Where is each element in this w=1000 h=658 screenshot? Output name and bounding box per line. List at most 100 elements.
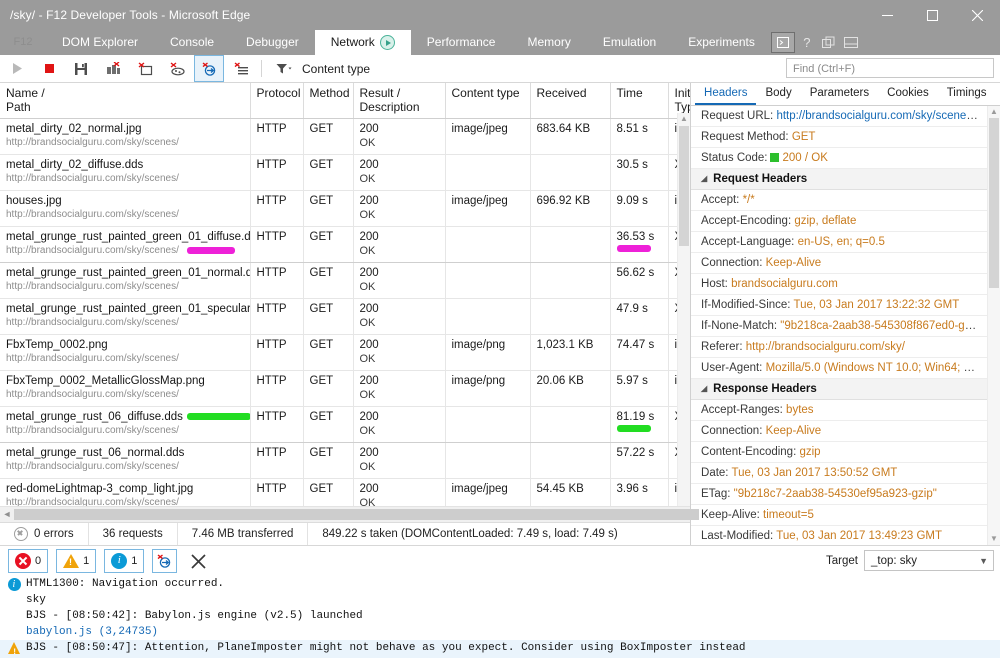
details-tab-timings[interactable]: Timings	[938, 83, 996, 105]
start-profiling-icon[interactable]	[2, 55, 32, 82]
column-header-method[interactable]: Method	[303, 83, 354, 119]
status-requests: 36 requests	[89, 523, 178, 546]
column-header-time[interactable]: Time	[610, 83, 669, 119]
table-row[interactable]: metal_grunge_rust_painted_green_01_specu…	[0, 298, 691, 335]
scrollbar-thumb[interactable]	[989, 118, 999, 288]
annotation-highlight	[616, 425, 651, 433]
header-value: http://brandsocialguru.com/sky/scenes/..…	[776, 110, 985, 122]
result-code: 200	[359, 339, 379, 351]
column-header-received[interactable]: Received	[530, 83, 611, 119]
result-code: 200	[359, 303, 379, 315]
cell-method: GET	[303, 370, 354, 407]
minimize-icon[interactable]	[865, 0, 910, 30]
details-tab-headers[interactable]: Headers	[695, 83, 757, 105]
filter-icon[interactable]	[269, 55, 299, 82]
always-refresh-from-server-icon[interactable]	[194, 55, 224, 82]
result-code: 200	[359, 195, 379, 207]
table-row[interactable]: metal_grunge_rust_06_normal.dds http://br…	[0, 442, 691, 479]
column-header-content-type[interactable]: Content type	[445, 83, 531, 119]
header-row: Host: brandsocialguru.com	[691, 274, 988, 295]
table-row[interactable]: red-domeLightmap-3_comp_light.jpg http://…	[0, 478, 691, 507]
header-value: http://brandsocialguru.com/sky/	[745, 341, 905, 353]
toggle-warnings-button[interactable]: 1	[56, 549, 97, 574]
cell-name-path: metal_dirty_02_normal.jpg http://brandsoc…	[0, 118, 251, 155]
console-source-link[interactable]: babylon.js (3,24735)	[6, 624, 158, 640]
details-vertical-scrollbar[interactable]: ▲ ▼	[987, 106, 1000, 546]
tab-network[interactable]: Network	[314, 30, 411, 55]
tab-console[interactable]: Console	[154, 30, 230, 55]
cell-method: GET	[303, 334, 354, 371]
toggle-errors-button[interactable]: 0	[8, 549, 49, 574]
column-header-protocol[interactable]: Protocol	[250, 83, 304, 119]
network-grid-horizontal-scrollbar[interactable]: ◄ ►	[0, 506, 699, 523]
cell-time: 56.62 s	[610, 262, 669, 299]
find-input[interactable]: Find (Ctrl+F)	[786, 58, 994, 78]
cell-name-path: metal_dirty_02_diffuse.dds http://brandso…	[0, 154, 251, 191]
content-type-filter-label[interactable]: Content type	[302, 62, 370, 76]
scroll-up-arrow-icon[interactable]: ▲	[988, 106, 1000, 118]
scrollbar-thumb[interactable]	[679, 126, 690, 246]
tab-performance[interactable]: Performance	[411, 30, 512, 55]
maximize-icon[interactable]	[910, 0, 955, 30]
clear-entries-icon[interactable]	[226, 55, 256, 82]
request-file-name: metal_grunge_rust_painted_green_01_norma…	[6, 267, 250, 279]
target-select[interactable]: _top: sky ▼	[864, 550, 994, 572]
table-row[interactable]: metal_grunge_rust_painted_green_01_norma…	[0, 262, 691, 299]
export-har-icon[interactable]	[66, 55, 96, 82]
network-status-bar: 0 errors 36 requests 7.46 MB transferred…	[0, 522, 691, 546]
header-key: Connection:	[701, 257, 763, 269]
table-row[interactable]: houses.jpg http://brandsocialguru.com/sky…	[0, 190, 691, 227]
table-row[interactable]: FbxTemp_0002.png http://brandsocialguru.c…	[0, 334, 691, 371]
cell-time: 5.97 s	[610, 370, 669, 407]
clear-cookies-icon[interactable]	[162, 55, 192, 82]
hscroll-track[interactable]	[14, 507, 699, 523]
tab-memory[interactable]: Memory	[511, 30, 586, 55]
pin-icon[interactable]	[819, 33, 839, 53]
column-header-result[interactable]: Result / Description	[353, 83, 446, 119]
headers-section-title[interactable]: ◢ Response Headers	[691, 379, 988, 400]
close-icon[interactable]	[955, 0, 1000, 30]
header-key: Accept-Language:	[701, 236, 795, 248]
scrollbar-thumb[interactable]	[14, 509, 699, 521]
details-tab-parameters[interactable]: Parameters	[801, 83, 878, 105]
table-row[interactable]: metal_dirty_02_diffuse.dds http://brandso…	[0, 154, 691, 191]
console-line: BJS - [08:50:47]: Attention, PlaneImpost…	[0, 640, 1000, 658]
clear-cache-icon[interactable]	[130, 55, 160, 82]
table-row[interactable]: FbxTemp_0002_MetallicGlossMap.png http://…	[0, 370, 691, 407]
help-icon[interactable]: ?	[797, 33, 817, 53]
scroll-left-arrow-icon[interactable]: ◄	[0, 507, 14, 522]
table-row[interactable]: metal_dirty_02_normal.jpg http://brandsoc…	[0, 118, 691, 155]
tab-dom-explorer[interactable]: DOM Explorer	[46, 30, 154, 55]
scroll-up-arrow-icon[interactable]: ▲	[678, 113, 690, 125]
table-row[interactable]: metal_grunge_rust_06_diffuse.dds http://b…	[0, 406, 691, 443]
request-path: http://brandsocialguru.com/sky/scenes/	[6, 425, 179, 436]
network-left-pane: Name / Path Protocol Method Result / Des…	[0, 83, 699, 546]
stop-profiling-icon[interactable]	[34, 55, 64, 82]
network-grid-vertical-scrollbar[interactable]: ▲	[677, 113, 691, 507]
tab-experiments[interactable]: Experiments	[672, 30, 771, 55]
header-value: Tue, 03 Jan 2017 13:22:32 GMT	[793, 299, 960, 311]
result-description: OK	[359, 389, 376, 401]
scroll-down-arrow-icon[interactable]: ▼	[988, 533, 1000, 545]
clear-on-navigate-button[interactable]	[152, 549, 178, 574]
details-tab-label: Cookies	[887, 87, 929, 99]
tab-debugger[interactable]: Debugger	[230, 30, 315, 55]
dock-icon[interactable]	[841, 33, 861, 53]
cell-content-type	[445, 154, 531, 191]
header-row-status-code: Status Code: 200 / OK	[691, 148, 988, 169]
clear-console-icon[interactable]	[185, 548, 211, 574]
table-row[interactable]: metal_grunge_rust_painted_green_01_diffu…	[0, 226, 691, 263]
result-code: 200	[359, 267, 379, 279]
details-tab-body[interactable]: Body	[756, 83, 800, 105]
cell-name-path: FbxTemp_0002.png http://brandsocialguru.c…	[0, 334, 251, 371]
tab-emulation[interactable]: Emulation	[587, 30, 672, 55]
details-tab-cookies[interactable]: Cookies	[878, 83, 938, 105]
toggle-info-button[interactable]: 1	[104, 549, 145, 574]
headers-list: Request URL: http://brandsocialguru.com/…	[691, 106, 1000, 546]
cell-received: 696.92 KB	[530, 190, 611, 227]
cell-result: 200 OK	[353, 262, 446, 299]
column-header-name[interactable]: Name / Path	[0, 83, 251, 119]
console-drawer-icon[interactable]	[770, 32, 795, 53]
headers-section-title[interactable]: ◢ Request Headers	[691, 169, 988, 190]
clear-on-navigate-icon[interactable]	[98, 55, 128, 82]
